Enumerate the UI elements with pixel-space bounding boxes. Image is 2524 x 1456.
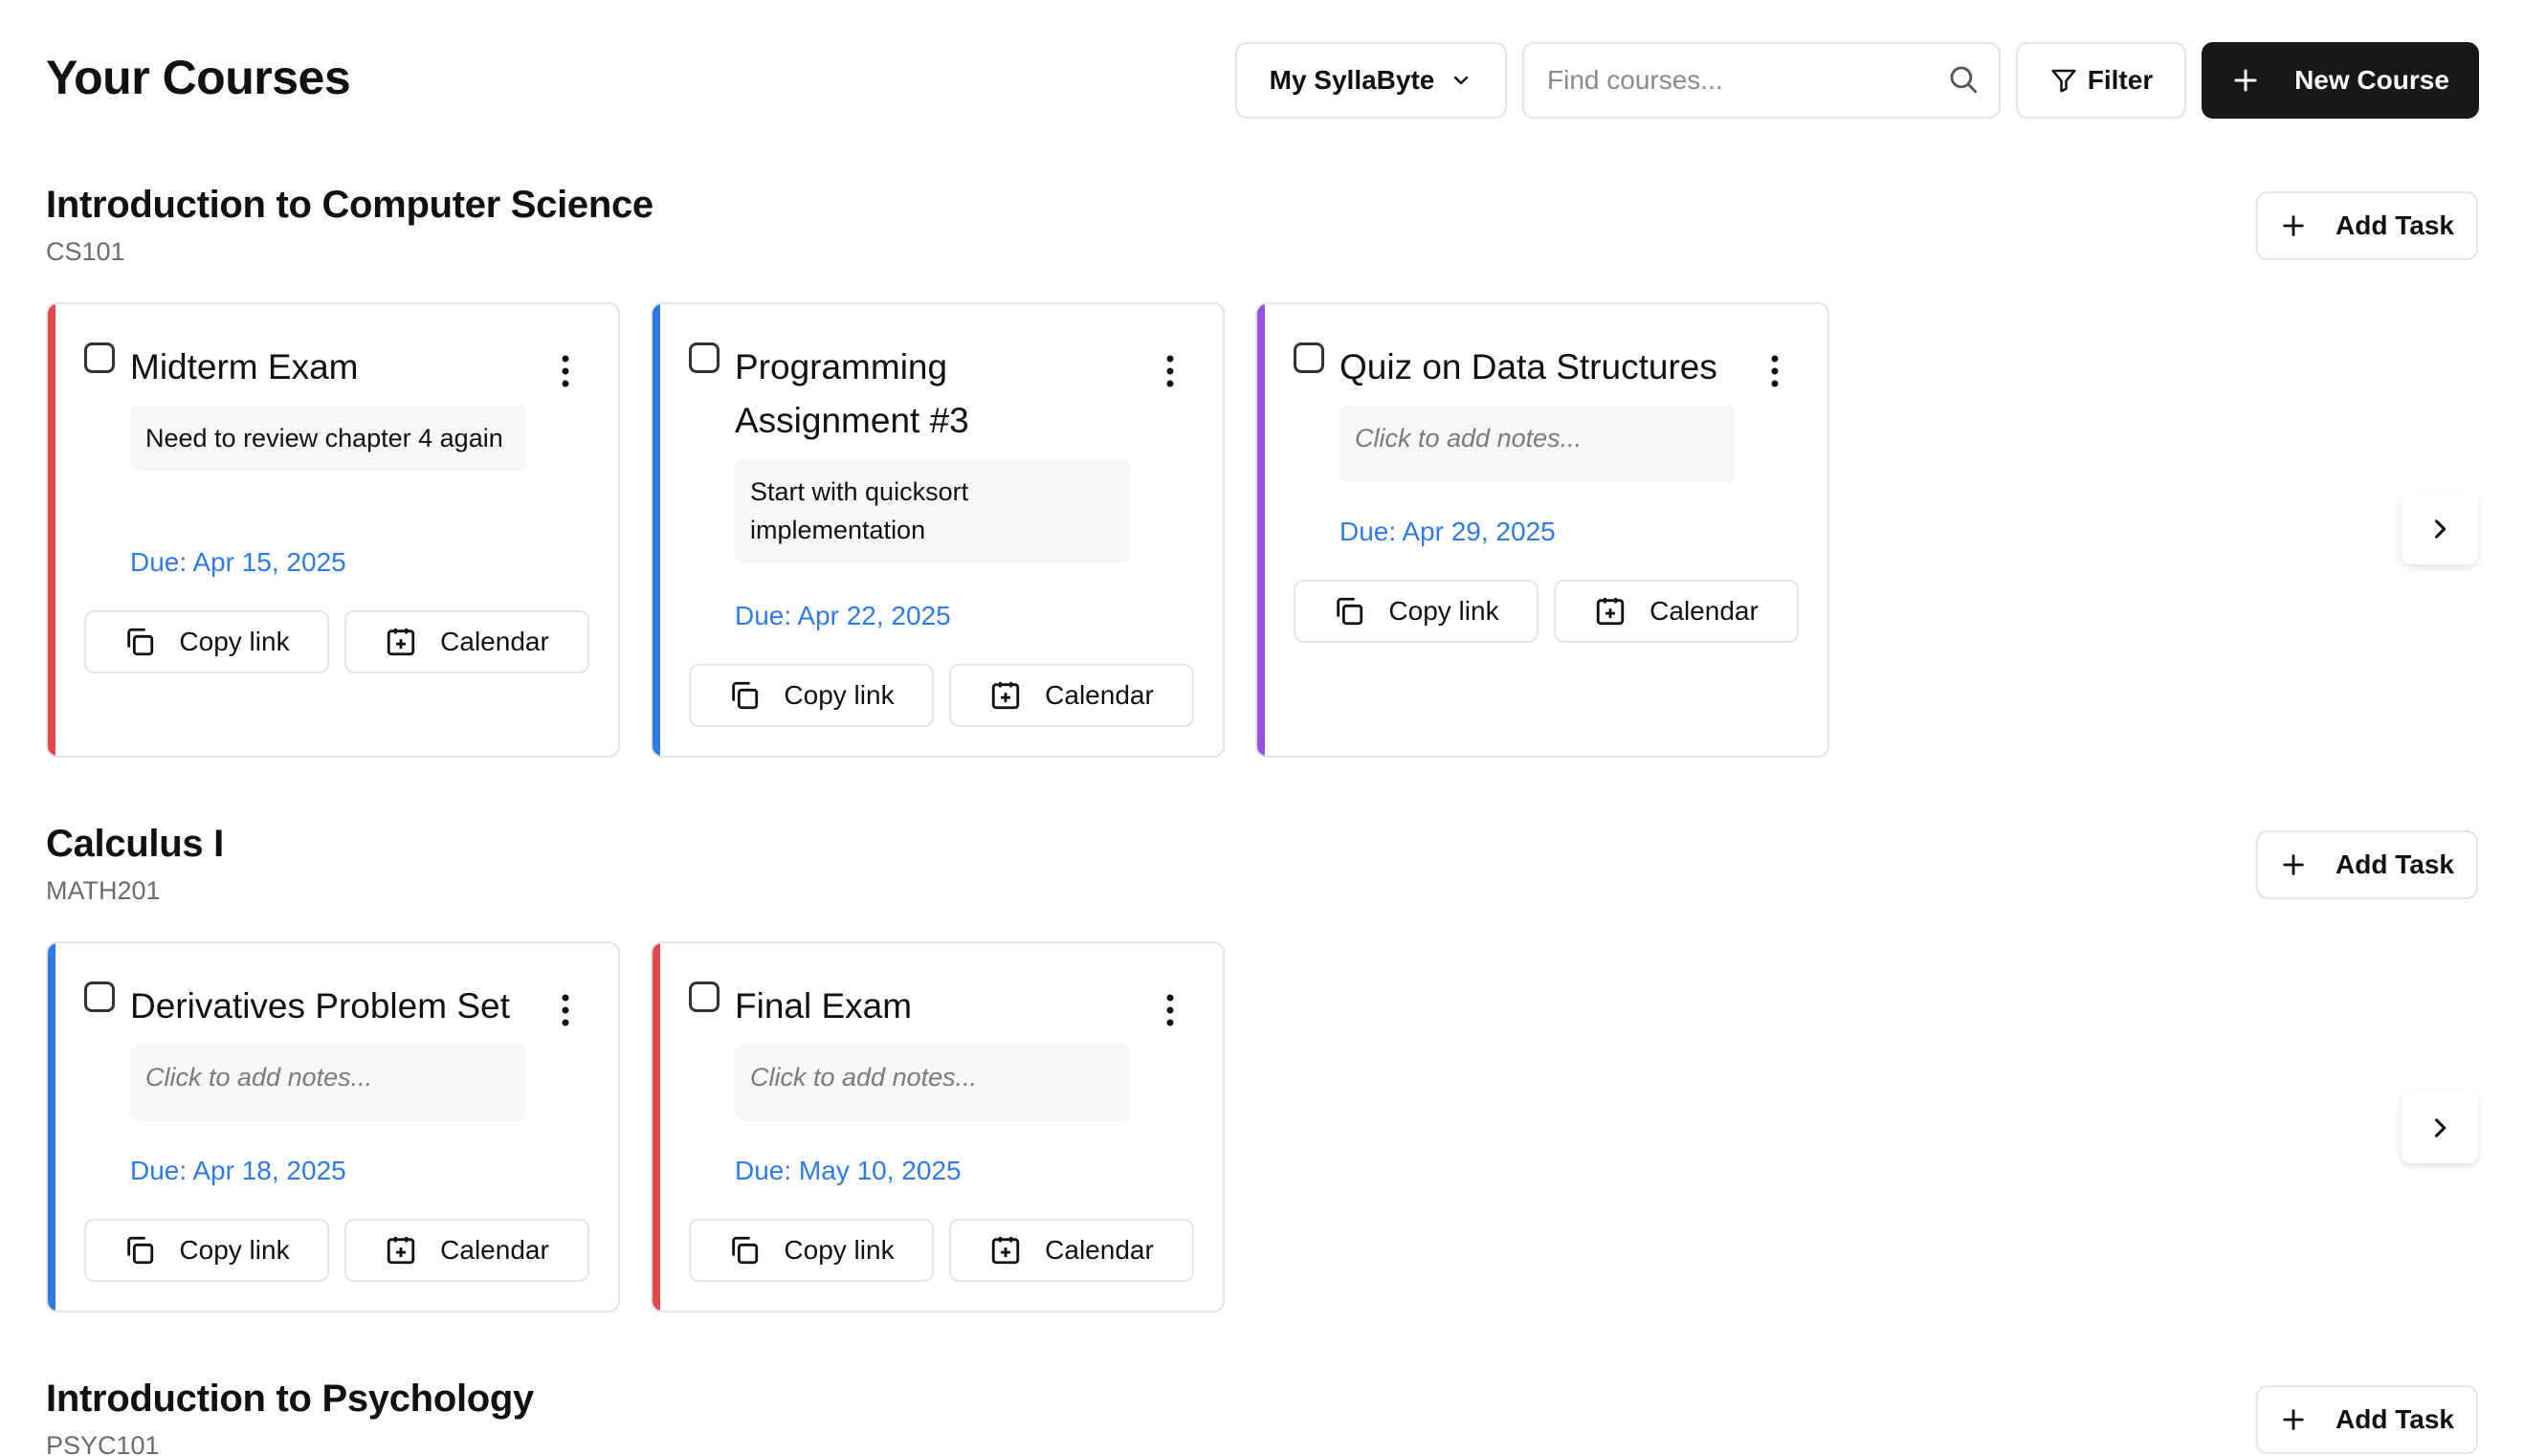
more-options-icon[interactable] — [561, 993, 570, 1027]
course-title: Calculus I — [46, 823, 224, 865]
calendar-label: Calendar — [1045, 1235, 1154, 1265]
calendar-button[interactable]: Calendar — [1554, 580, 1799, 643]
search-box — [1522, 42, 2001, 119]
task-title: Derivatives Problem Set — [130, 986, 510, 1026]
task-card: Final Exam Click to add notes... Due: Ma… — [651, 941, 1225, 1313]
course-title: Introduction to Psychology — [46, 1378, 534, 1420]
course-code: MATH201 — [46, 876, 161, 905]
copy-link-button[interactable]: Copy link — [84, 610, 329, 673]
task-notes-placeholder[interactable]: Click to add notes... — [130, 1045, 526, 1121]
task-checkbox[interactable] — [84, 982, 115, 1012]
task-title: Midterm Exam — [130, 347, 359, 386]
plus-icon — [2280, 212, 2307, 239]
more-options-icon[interactable] — [561, 354, 570, 388]
workspace-select[interactable]: My SyllaByte — [1235, 42, 1507, 119]
calendar-button[interactable]: Calendar — [949, 664, 1194, 727]
calendar-label: Calendar — [1649, 596, 1759, 626]
calendar-button[interactable]: Calendar — [344, 1219, 589, 1282]
course-title: Introduction to Computer Science — [46, 184, 653, 226]
add-task-label: Add Task — [2336, 210, 2454, 240]
task-priority-accent — [653, 943, 660, 1311]
copy-link-label: Copy link — [179, 1235, 290, 1265]
task-checkbox[interactable] — [84, 342, 115, 373]
chevron-right-icon — [2426, 1114, 2453, 1141]
task-due-date: Due: Apr 22, 2025 — [735, 601, 951, 630]
new-course-button-label: New Course — [2294, 65, 2449, 95]
task-checkbox[interactable] — [689, 982, 720, 1012]
copy-icon — [728, 679, 761, 712]
copy-link-button[interactable]: Copy link — [689, 664, 934, 727]
copy-icon — [728, 1234, 761, 1267]
search-input[interactable] — [1547, 44, 1930, 117]
calendar-add-icon — [385, 626, 417, 658]
task-checkbox[interactable] — [689, 342, 720, 373]
copy-link-button[interactable]: Copy link — [689, 1219, 934, 1282]
more-options-icon[interactable] — [1165, 993, 1175, 1027]
filter-button-label: Filter — [2087, 65, 2154, 95]
task-due-date: Due: May 10, 2025 — [735, 1156, 962, 1185]
courses-page: Your Courses My SyllaByte Filter New Cou… — [0, 0, 2524, 1456]
task-notes[interactable]: Start with quicksort implementation — [735, 459, 1131, 563]
task-priority-accent — [653, 304, 660, 756]
chevron-right-icon — [2426, 516, 2453, 542]
task-notes-placeholder[interactable]: Click to add notes... — [1339, 406, 1736, 482]
copy-link-label: Copy link — [784, 680, 895, 710]
task-title: Programming Assignment #3 — [735, 347, 969, 440]
scroll-right-button[interactable] — [2402, 494, 2478, 564]
calendar-label: Calendar — [440, 1235, 549, 1265]
filter-button[interactable]: Filter — [2016, 42, 2186, 119]
calendar-add-icon — [1594, 595, 1627, 628]
calendar-button[interactable]: Calendar — [344, 610, 589, 673]
new-course-button[interactable]: New Course — [2202, 42, 2479, 119]
calendar-add-icon — [385, 1234, 417, 1267]
workspace-select-label: My SyllaByte — [1269, 65, 1435, 95]
task-notes-placeholder[interactable]: Click to add notes... — [735, 1045, 1131, 1121]
task-priority-accent — [1257, 304, 1265, 756]
task-checkbox[interactable] — [1294, 342, 1324, 373]
task-card: Midterm Exam Need to review chapter 4 ag… — [46, 302, 620, 758]
course-code: CS101 — [46, 237, 125, 266]
plus-icon — [2231, 66, 2260, 95]
copy-icon — [123, 626, 156, 658]
task-due-date: Due: Apr 15, 2025 — [130, 547, 346, 577]
copy-icon — [1333, 595, 1365, 628]
calendar-label: Calendar — [440, 627, 549, 656]
add-task-button[interactable]: Add Task — [2256, 1385, 2478, 1454]
calendar-label: Calendar — [1045, 680, 1154, 710]
copy-link-button[interactable]: Copy link — [1294, 580, 1539, 643]
search-icon[interactable] — [1947, 63, 1980, 96]
task-card: Programming Assignment #3 Start with qui… — [651, 302, 1225, 758]
task-title: Final Exam — [735, 986, 913, 1026]
task-priority-accent — [48, 304, 55, 756]
scroll-right-button[interactable] — [2402, 1092, 2478, 1163]
copy-icon — [123, 1234, 156, 1267]
task-due-date: Due: Apr 18, 2025 — [130, 1156, 346, 1185]
copy-link-label: Copy link — [179, 627, 290, 656]
plus-icon — [2280, 851, 2307, 878]
add-task-label: Add Task — [2336, 1404, 2454, 1434]
chevron-down-icon — [1454, 76, 1469, 85]
calendar-add-icon — [989, 679, 1022, 712]
copy-link-label: Copy link — [784, 1235, 895, 1265]
more-options-icon[interactable] — [1165, 354, 1175, 388]
add-task-button[interactable]: Add Task — [2256, 191, 2478, 260]
copy-link-button[interactable]: Copy link — [84, 1219, 329, 1282]
calendar-button[interactable]: Calendar — [949, 1219, 1194, 1282]
calendar-add-icon — [989, 1234, 1022, 1267]
page-title: Your Courses — [46, 51, 351, 104]
task-notes[interactable]: Need to review chapter 4 again — [130, 406, 526, 471]
add-task-button[interactable]: Add Task — [2256, 830, 2478, 899]
copy-link-label: Copy link — [1388, 596, 1499, 626]
task-title: Quiz on Data Structures — [1339, 347, 1717, 386]
add-task-label: Add Task — [2336, 849, 2454, 879]
plus-icon — [2280, 1406, 2307, 1433]
more-options-icon[interactable] — [1770, 354, 1780, 388]
task-priority-accent — [48, 943, 55, 1311]
task-card: Derivatives Problem Set Click to add not… — [46, 941, 620, 1313]
filter-icon — [2051, 69, 2076, 93]
task-due-date: Due: Apr 29, 2025 — [1339, 517, 1556, 546]
task-card: Quiz on Data Structures Click to add not… — [1255, 302, 1829, 758]
course-code: PSYC101 — [46, 1431, 160, 1456]
